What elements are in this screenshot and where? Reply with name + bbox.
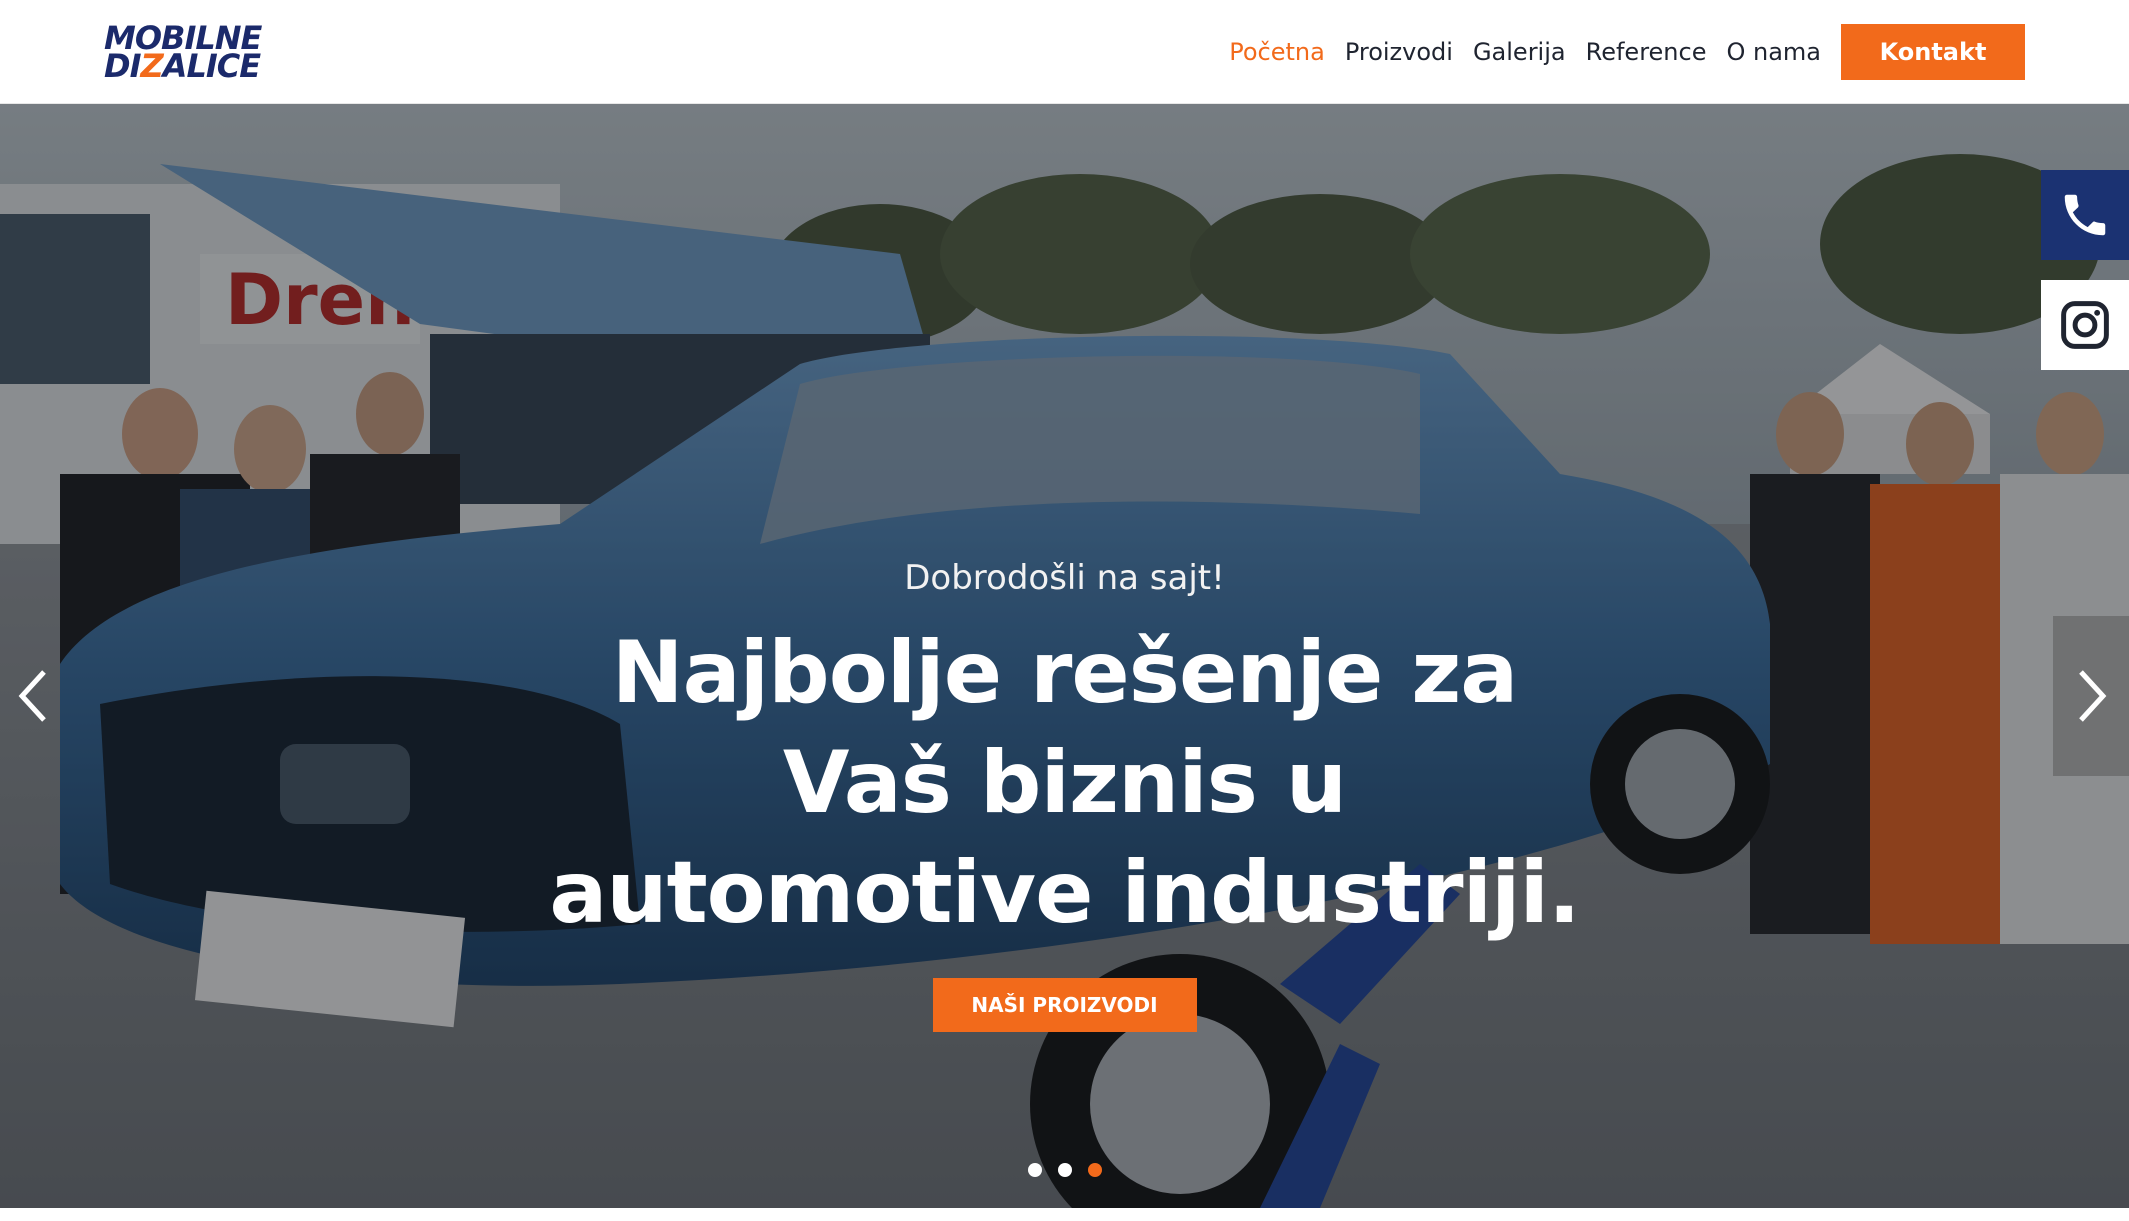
nav-item-proizvodi[interactable]: Proizvodi [1345,38,1453,66]
chevron-left-icon [18,670,46,722]
nav-item-o-nama[interactable]: O nama [1726,38,1821,66]
slider-dot-2[interactable] [1057,1163,1072,1177]
hero-kicker: Dobrodošli na sajt! [904,558,1225,598]
our-products-button[interactable]: NAŠI PROIZVODI [932,978,1197,1032]
nav-item-pocetna[interactable]: Početna [1229,38,1325,66]
nav-item-galerija[interactable]: Galerija [1473,38,1566,66]
logo-line-2: DIZALICE [104,47,261,85]
slider-next-button[interactable] [2053,616,2129,776]
slider-dot-3[interactable] [1087,1163,1102,1177]
phone-link[interactable] [2041,170,2129,260]
hero-caption: Dobrodošli na sajt! Najbolje rešenje za … [0,556,2129,1032]
contact-button[interactable]: Kontakt [1841,24,2025,80]
logo-z-mark: Z [140,47,163,85]
main-nav: Početna Proizvodi Galerija Reference O n… [1209,24,2025,80]
page-below-fold [0,1208,2129,1221]
hero-slider: Dreher Dobrodošli na sajt! Najbolje reše… [0,104,2129,1208]
slider-prev-button[interactable] [4,616,64,776]
site-header: MOBILNE DIZALICE Početna Proizvodi Galer… [0,0,2129,104]
hero-headline: Najbolje rešenje za Vaš biznis u automot… [549,623,1580,943]
slider-dots [0,1163,2129,1177]
phone-icon [2064,194,2106,236]
instagram-icon [2061,301,2109,349]
slider-dot-1[interactable] [1027,1163,1042,1177]
instagram-link[interactable] [2041,280,2129,370]
site-logo[interactable]: MOBILNE DIZALICE [104,22,284,85]
chevron-right-icon [2079,670,2107,722]
nav-item-reference[interactable]: Reference [1586,38,1707,66]
